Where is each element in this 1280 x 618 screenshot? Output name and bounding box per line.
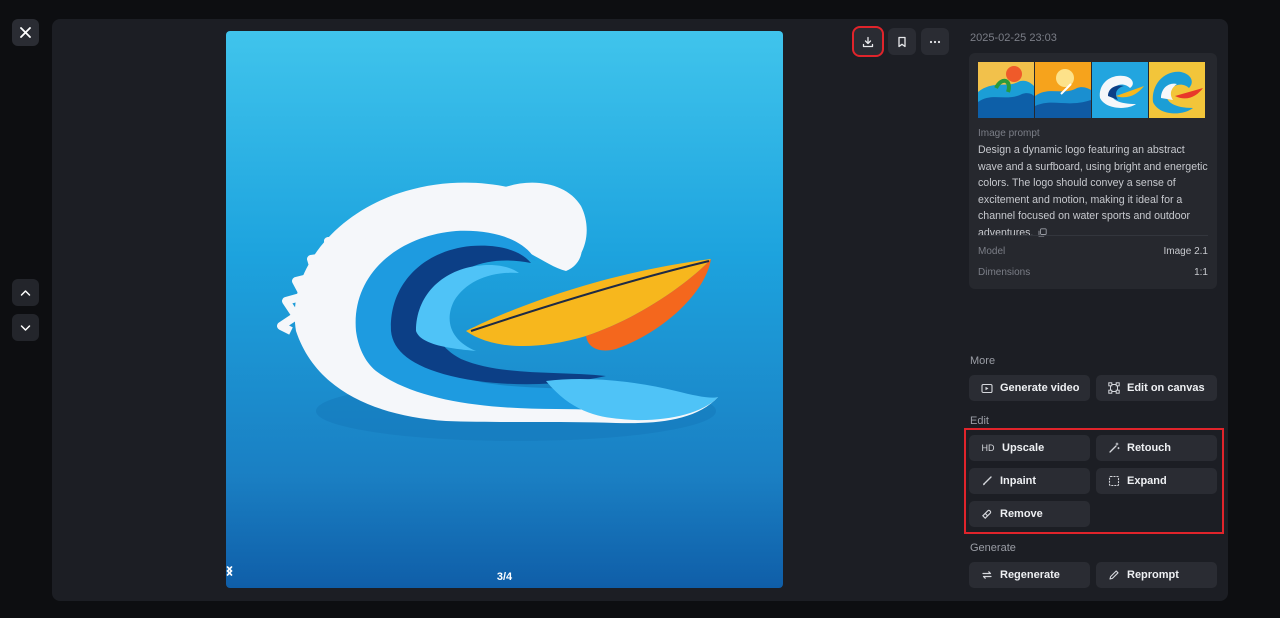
regenerate-button[interactable]: Regenerate [969,562,1090,588]
retouch-button[interactable]: Retouch [1096,435,1217,461]
created-timestamp: 2025-02-25 23:03 [970,32,1057,44]
generate-video-button[interactable]: Generate video [969,375,1090,401]
bookmark-icon [898,36,906,47]
inpaint-button[interactable]: Inpaint [969,468,1090,494]
magic-wand-icon [1108,442,1120,454]
more-section-title: More [970,355,996,367]
chevron-up-icon [20,289,31,296]
chevron-right-icon [226,566,233,576]
expand-icon [1108,475,1120,487]
more-horizontal-icon [929,40,941,43]
meta-value: 1:1 [1194,267,1208,278]
download-icon [862,36,874,47]
prompt-text: Design a dynamic logo featuring an abstr… [978,142,1210,242]
edit-on-canvas-button[interactable]: Edit on canvas [1096,375,1217,401]
hd-icon: HD [981,443,995,453]
canvas-icon [1108,382,1120,394]
close-icon [20,27,31,38]
retouch-label: Retouch [1127,442,1171,454]
generate-video-label: Generate video [1000,382,1080,394]
expand-label: Expand [1127,475,1167,487]
prompt-label: Image prompt [978,128,1040,139]
expand-button[interactable]: Expand [1096,468,1217,494]
brush-icon [981,475,993,487]
edit-on-canvas-label: Edit on canvas [1127,382,1205,394]
meta-row-model: Model Image 2.1 [978,246,1208,257]
generated-image: 3/4 [226,31,783,588]
pencil-icon [1108,569,1120,581]
chevron-down-icon [20,324,31,331]
video-icon [981,382,993,394]
close-button[interactable] [12,19,39,46]
variation-thumbnails [978,62,1205,118]
copy-prompt-button[interactable] [1038,226,1047,243]
refresh-icon [981,569,993,581]
thumbnail-3[interactable] [1092,62,1148,118]
previous-image-button[interactable] [12,279,39,306]
thumbnail-1[interactable] [978,62,1034,118]
eraser-icon [981,508,993,520]
meta-value: Image 2.1 [1163,246,1208,257]
info-divider [978,235,1208,236]
remove-label: Remove [1000,508,1043,520]
regenerate-label: Regenerate [1000,569,1060,581]
next-image-button[interactable] [12,314,39,341]
image-info-card: Image prompt Design a dynamic logo featu… [969,53,1217,289]
edit-section-title: Edit [970,415,989,427]
prompt-text-content: Design a dynamic logo featuring an abstr… [978,144,1208,239]
meta-key: Model [978,246,1006,257]
bookmark-button[interactable] [888,28,916,55]
meta-key: Dimensions [978,267,1031,278]
reprompt-button[interactable]: Reprompt [1096,562,1217,588]
wave-surfboard-logo [277,182,718,441]
thumbnail-2[interactable] [1035,62,1091,118]
upscale-label: Upscale [1002,442,1045,454]
reprompt-label: Reprompt [1127,569,1179,581]
image-pager: 3/4 [226,566,783,588]
meta-row-dimensions: Dimensions 1:1 [978,267,1208,278]
remove-button[interactable]: Remove [969,501,1090,527]
generate-section-title: Generate [970,542,1016,554]
more-options-button[interactable] [921,28,949,55]
upscale-button[interactable]: HD Upscale [969,435,1090,461]
pager-label: 3/4 [496,571,513,583]
download-button[interactable] [852,26,884,57]
thumbnail-4[interactable] [1149,62,1205,118]
inpaint-label: Inpaint [1000,475,1037,487]
image-viewer-modal: 3/4 2025-02-25 23:03 Image prompt Design… [0,0,1280,618]
